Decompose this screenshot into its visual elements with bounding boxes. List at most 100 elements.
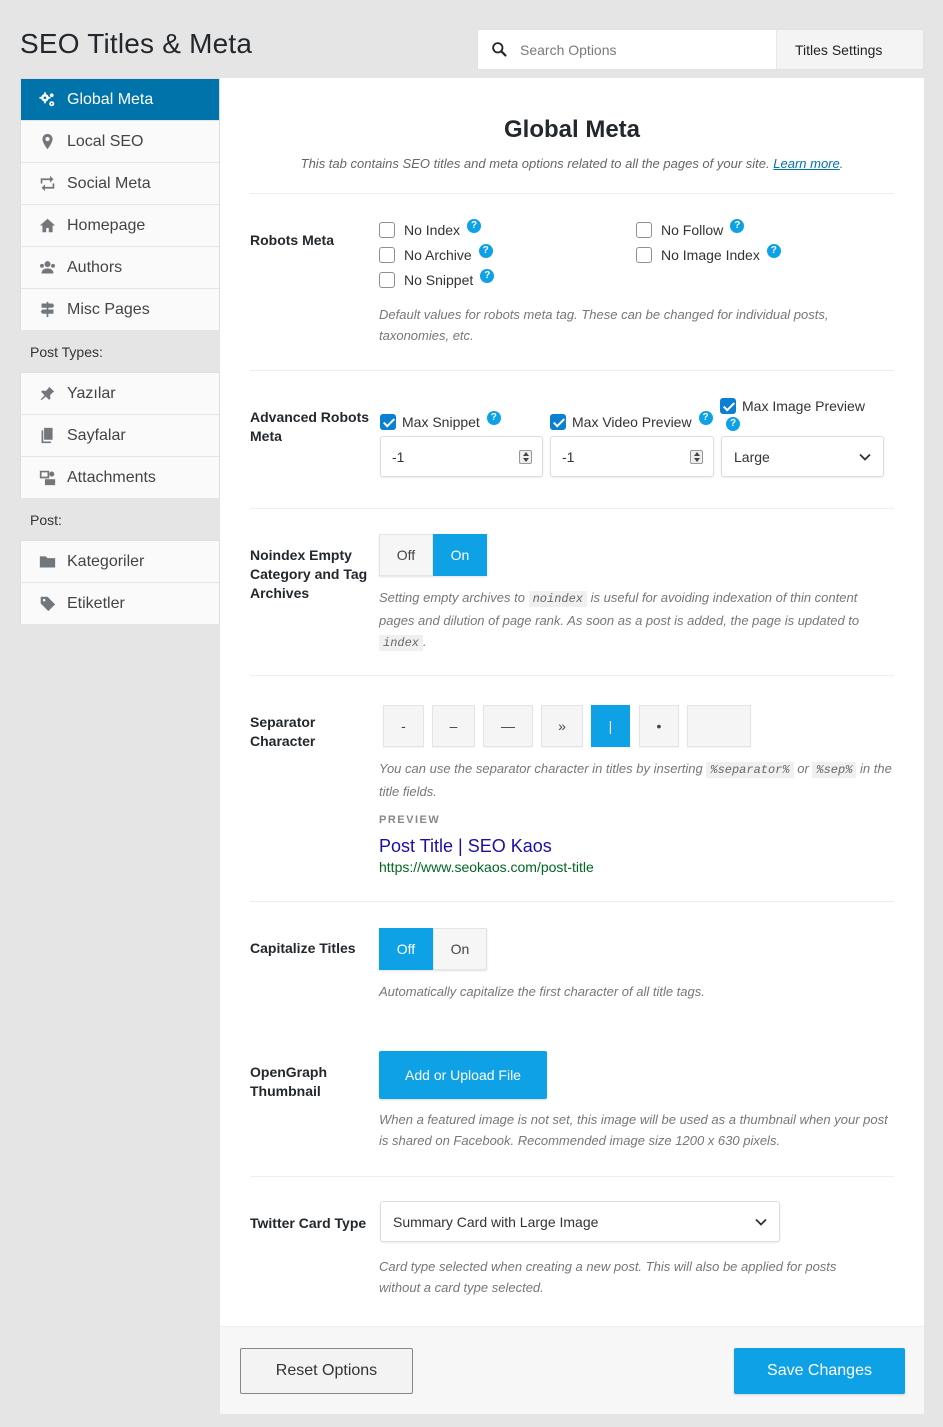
capitalize-description: Automatically capitalize the first chara…	[379, 984, 705, 999]
noindex-empty-label: Noindex Empty Category and Tag Archives	[250, 547, 368, 601]
sidebar-item-label: Global Meta	[67, 90, 154, 108]
sidebar-item-label: Homepage	[67, 216, 146, 234]
sidebar-item-local-seo[interactable]: Local SEO	[21, 121, 219, 163]
max-snippet-input[interactable]: -1	[380, 436, 543, 477]
help-icon[interactable]: ?	[480, 269, 495, 283]
sidebar-item-social-meta[interactable]: Social Meta	[21, 163, 219, 205]
robots-meta-description: Default values for robots meta tag. Thes…	[379, 307, 829, 343]
spinner-icon[interactable]	[519, 450, 532, 464]
capitalize-row: Capitalize Titles Off On Automatically c…	[250, 901, 894, 1031]
search-bar: Titles Settings	[477, 29, 924, 70]
panel-intro: This tab contains SEO titles and meta op…	[300, 156, 844, 171]
sidebar-item-label: Etiketler	[67, 594, 125, 612]
sidebar-post-group: Kategoriler Etiketler	[20, 540, 220, 625]
help-icon[interactable]: ?	[478, 244, 493, 258]
toggle-off[interactable]: Off	[379, 534, 433, 576]
page-title: SEO Titles & Meta	[20, 28, 253, 59]
separator-en-dash-button[interactable]: –	[432, 705, 475, 747]
help-icon[interactable]: ?	[730, 219, 745, 233]
preview-url: https://www.seokaos.com/post-title	[379, 859, 594, 875]
max-image-select[interactable]: Large	[721, 436, 884, 477]
toggle-on[interactable]: On	[433, 534, 487, 576]
max-image-preview-checkbox[interactable]: Max Image Preview	[720, 398, 865, 414]
toggle-off[interactable]: Off	[379, 928, 433, 970]
max-video-input[interactable]: -1	[550, 436, 714, 477]
preview-label: PREVIEW	[379, 814, 441, 826]
robots-meta-field: No Index? No Archive? No Snippet? No Fol…	[379, 219, 894, 362]
separator-pipe-button[interactable]: |	[591, 705, 630, 747]
sidebar-item-label: Attachments	[67, 468, 156, 486]
separator-em-dash-button[interactable]: —	[483, 705, 533, 747]
separator-raquo-button[interactable]: »	[541, 705, 583, 747]
sidebar-item-label: Social Meta	[67, 174, 151, 192]
panel-header: Global Meta This tab contains SEO titles…	[220, 78, 924, 171]
sidebar-item-label: Sayfalar	[67, 426, 126, 444]
search-section-label[interactable]: Titles Settings	[776, 30, 923, 69]
separator-description: You can use the separator character in t…	[379, 761, 892, 799]
sidebar-item-authors[interactable]: Authors	[21, 247, 219, 289]
twitter-card-description: Card type selected when creating a new p…	[379, 1259, 837, 1295]
max-snippet-checkbox[interactable]: Max Snippet?	[380, 411, 501, 430]
help-icon[interactable]: ?	[766, 244, 781, 258]
search-icon	[492, 42, 507, 57]
reset-options-button[interactable]: Reset Options	[240, 1348, 413, 1394]
noindex-empty-field: Off On Setting empty archives to noindex…	[379, 534, 894, 674]
noindex-empty-description: Setting empty archives to noindex is use…	[379, 590, 860, 651]
sidebar: Global Meta Local SEO Social Meta Homepa…	[20, 78, 220, 625]
sidebar-item-kategoriler[interactable]: Kategoriler	[21, 541, 219, 583]
separator-row: Separator Character - – — » | • You can …	[250, 675, 894, 902]
panel-footer: Reset Options Save Changes	[220, 1326, 924, 1414]
no-index-checkbox[interactable]: No Index?	[379, 219, 482, 238]
users-icon	[37, 258, 57, 278]
capitalize-field: Off On Automatically capitalize the firs…	[379, 928, 894, 1018]
sidebar-main-group: Global Meta Local SEO Social Meta Homepa…	[20, 78, 220, 331]
post-types-heading: Post Types:	[20, 331, 220, 372]
capitalize-toggle[interactable]: Off On	[379, 928, 487, 970]
chevron-down-icon	[755, 1218, 767, 1226]
advanced-robots-row: Advanced Robots Meta Max Snippet? Max Vi…	[250, 370, 894, 509]
separator-hyphen-button[interactable]: -	[383, 705, 424, 747]
sidebar-item-etiketler[interactable]: Etiketler	[21, 583, 219, 625]
separator-bullet-button[interactable]: •	[639, 705, 679, 747]
twitter-card-label: Twitter Card Type	[250, 1215, 367, 1231]
spinner-icon[interactable]	[690, 450, 703, 464]
search-input[interactable]	[520, 41, 760, 58]
sidebar-item-label: Kategoriler	[67, 552, 145, 570]
separator-custom-input[interactable]	[687, 705, 751, 747]
panel-heading: Global Meta	[503, 116, 641, 143]
sidebar-item-misc-pages[interactable]: Misc Pages	[21, 289, 219, 331]
advanced-robots-field: Max Snippet? Max Video Preview? Max Imag…	[379, 391, 894, 501]
sidebar-item-homepage[interactable]: Homepage	[21, 205, 219, 247]
max-video-preview-checkbox[interactable]: Max Video Preview?	[550, 411, 713, 430]
no-archive-checkbox[interactable]: No Archive?	[379, 244, 493, 263]
noindex-empty-row: Noindex Empty Category and Tag Archives …	[250, 508, 894, 676]
add-upload-file-button[interactable]: Add or Upload File	[379, 1051, 547, 1099]
no-follow-checkbox[interactable]: No Follow?	[636, 219, 745, 238]
robots-meta-row: Robots Meta No Index? No Archive? No Sni…	[250, 193, 894, 371]
toggle-on[interactable]: On	[433, 928, 487, 970]
sidebar-item-global-meta[interactable]: Global Meta	[21, 79, 219, 121]
no-image-index-checkbox[interactable]: No Image Index?	[636, 244, 781, 263]
help-icon[interactable]: ?	[467, 219, 482, 233]
sidebar-item-label: Yazılar	[67, 384, 116, 402]
sidebar-item-attachments[interactable]: Attachments	[21, 457, 219, 499]
opengraph-description: When a featured image is not set, this i…	[379, 1112, 888, 1148]
learn-more-link[interactable]: Learn more	[773, 156, 839, 171]
sidebar-item-yazilar[interactable]: Yazılar	[21, 373, 219, 415]
save-changes-button[interactable]: Save Changes	[734, 1348, 905, 1394]
help-icon[interactable]: ?	[486, 411, 501, 425]
opengraph-row: OpenGraph Thumbnail Add or Upload File W…	[250, 1028, 894, 1177]
search-box[interactable]	[478, 30, 776, 69]
sidebar-item-label: Local SEO	[67, 132, 144, 150]
twitter-card-select[interactable]: Summary Card with Large Image	[380, 1201, 780, 1242]
sidebar-item-sayfalar[interactable]: Sayfalar	[21, 415, 219, 457]
separator-field: - – — » | • You can use the separator ch…	[379, 705, 894, 895]
preview-title: Post Title | SEO Kaos	[379, 836, 552, 856]
folder-icon	[37, 552, 57, 572]
noindex-empty-toggle[interactable]: Off On	[379, 534, 487, 576]
help-icon[interactable]: ?	[698, 411, 713, 425]
separator-label: Separator Character	[250, 714, 316, 749]
opengraph-label: OpenGraph Thumbnail	[250, 1064, 328, 1099]
help-icon[interactable]: ?	[726, 417, 740, 431]
no-snippet-checkbox[interactable]: No Snippet?	[379, 269, 495, 288]
